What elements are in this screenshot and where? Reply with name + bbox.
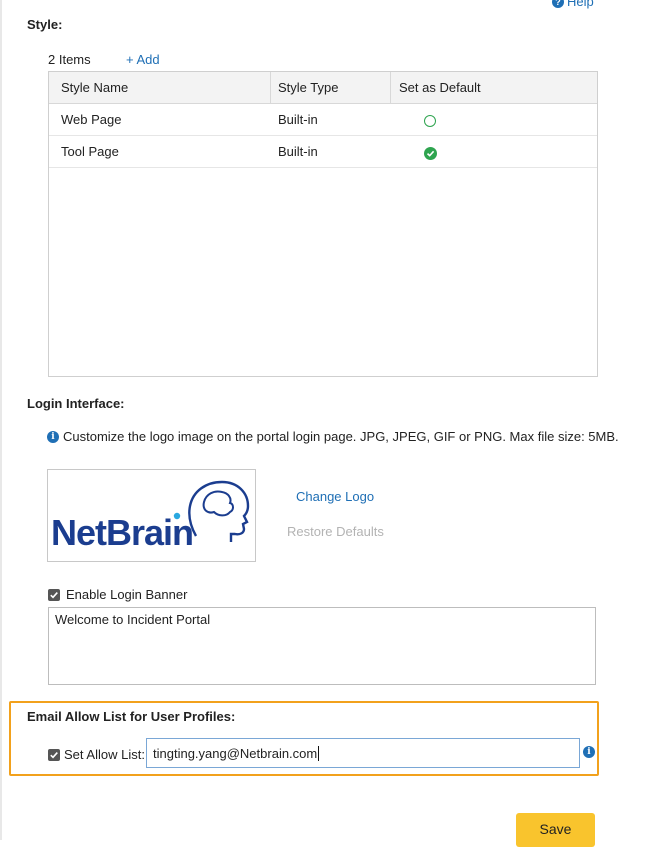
email-section-title: Email Allow List for User Profiles: (27, 709, 236, 724)
login-section-title: Login Interface: (27, 396, 125, 411)
allow-list-value: tingting.yang@Netbrain.com (153, 745, 318, 761)
set-allow-list-row[interactable]: Set Allow List: (48, 747, 145, 762)
table-row[interactable]: Tool Page Built-in (49, 136, 597, 168)
change-logo-link[interactable]: Change Logo (296, 489, 374, 504)
help-icon: ? (552, 0, 564, 8)
login-banner-textarea[interactable]: Welcome to Incident Portal (48, 607, 596, 685)
table-row[interactable]: Web Page Built-in (49, 104, 597, 136)
logo-preview: NetBrain (47, 469, 256, 562)
help-label: Help (567, 0, 594, 9)
column-header-style-type[interactable]: Style Type (278, 80, 338, 95)
enable-banner-label: Enable Login Banner (66, 587, 188, 602)
set-default-radio-checked[interactable] (424, 147, 437, 160)
logo-info-line: i Customize the logo image on the portal… (47, 429, 619, 444)
style-name-cell: Tool Page (61, 144, 119, 159)
enable-banner-row[interactable]: Enable Login Banner (48, 587, 187, 602)
table-header: Style Name Style Type Set as Default (49, 72, 597, 104)
restore-defaults-link[interactable]: Restore Defaults (287, 524, 384, 539)
style-section-title: Style: (27, 17, 63, 32)
netbrain-logo: NetBrain (51, 480, 250, 553)
style-name-cell: Web Page (61, 112, 122, 127)
column-header-style-name[interactable]: Style Name (61, 80, 128, 95)
left-border (0, 0, 2, 840)
style-type-cell: Built-in (278, 112, 318, 127)
add-style-button[interactable]: + Add (126, 52, 160, 67)
help-link[interactable]: ? Help (552, 0, 594, 9)
enable-banner-checkbox[interactable] (48, 588, 60, 601)
column-divider (270, 72, 271, 103)
checkmark-icon (50, 591, 58, 598)
allow-list-input[interactable]: tingting.yang@Netbrain.com (146, 738, 580, 768)
logo-text: NetBrain (51, 512, 193, 553)
set-allow-list-label: Set Allow List: (64, 747, 145, 762)
checkmark-icon (50, 751, 58, 758)
allow-list-info-icon[interactable]: i (583, 746, 595, 758)
style-table: Style Name Style Type Set as Default Web… (48, 71, 598, 377)
check-icon (426, 150, 435, 157)
info-icon: i (47, 430, 59, 443)
set-default-radio-unchecked[interactable] (424, 115, 436, 127)
items-count: 2 Items (48, 52, 91, 67)
text-caret (318, 745, 320, 761)
column-header-set-as-default[interactable]: Set as Default (399, 80, 481, 95)
set-allow-list-checkbox[interactable] (48, 748, 60, 761)
column-divider (390, 72, 391, 103)
save-button[interactable]: Save (516, 813, 595, 847)
logo-info-text: Customize the logo image on the portal l… (63, 429, 619, 444)
style-type-cell: Built-in (278, 144, 318, 159)
